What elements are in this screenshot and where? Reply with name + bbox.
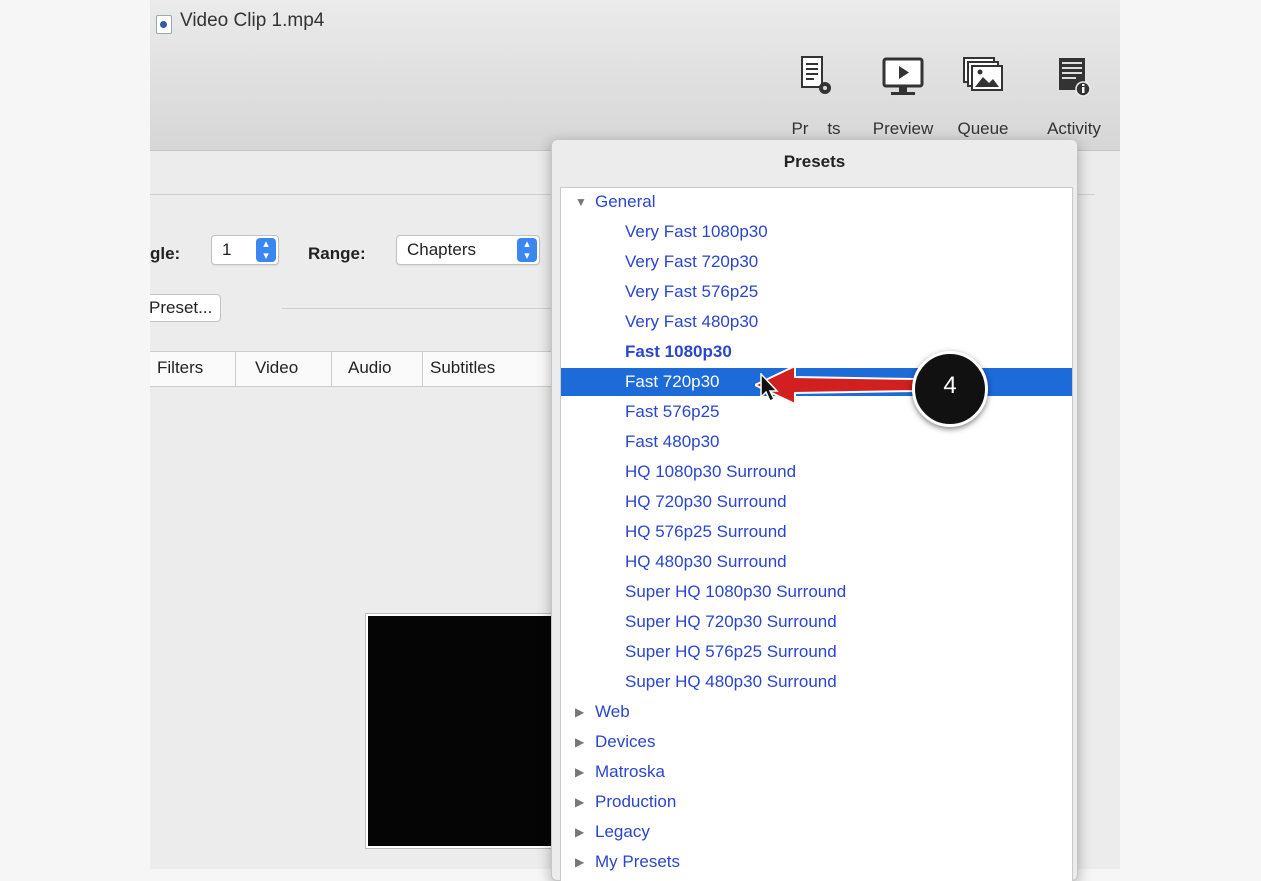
presets-toolbar-label: Pr ts [791, 119, 841, 138]
preset-item[interactable]: Very Fast 480p30 [561, 308, 1072, 336]
preset-item[interactable]: Super HQ 1080p30 Surround [561, 578, 1072, 606]
video-preview-thumbnail [366, 614, 570, 848]
window-title: Video Clip 1.mp4 [180, 10, 325, 31]
group-devices[interactable]: ▶ Devices [561, 728, 1072, 756]
preset-item[interactable]: Very Fast 576p25 [561, 278, 1072, 306]
tab-filters[interactable]: Filters [157, 358, 203, 378]
range-label: Range: [308, 244, 366, 263]
tab-divider [422, 352, 423, 386]
stepper-arrows-icon: ▴ ▾ [517, 238, 537, 262]
angle-select[interactable]: 1 ▴ ▾ [211, 235, 279, 265]
presets-toolbar-button[interactable]: Pr ts [781, 55, 851, 145]
activity-toolbar-label: Activity [1047, 119, 1101, 138]
tab-divider [331, 352, 332, 386]
preview-toolbar-button[interactable]: Preview [868, 55, 938, 145]
disclosure-collapsed-icon: ▶ [575, 795, 585, 809]
preset-item[interactable]: Fast 480p30 [561, 428, 1072, 456]
title-bar: Video Clip 1.mp4 Pr ts Preview Queue Act… [150, 0, 1120, 151]
activity-toolbar-button[interactable]: Activity [1039, 55, 1109, 145]
presets-popover-title: Presets [783, 152, 846, 171]
stepper-arrows-icon: ▴ ▾ [256, 238, 276, 262]
save-preset-button[interactable]: Preset... [150, 294, 222, 322]
group-matroska[interactable]: ▶ Matroska [561, 758, 1072, 786]
tab-divider [235, 352, 236, 386]
preset-item[interactable]: Super HQ 480p30 Surround [561, 668, 1072, 696]
disclosure-collapsed-icon: ▶ [575, 825, 585, 839]
disclosure-collapsed-icon: ▶ [575, 855, 585, 869]
preview-toolbar-label: Preview [872, 119, 934, 138]
presets-popover: Presets ▼ General Very Fast 1080p30 Very… [551, 139, 1078, 881]
presets-list: ▼ General Very Fast 1080p30 Very Fast 72… [560, 187, 1073, 881]
preset-item[interactable]: Very Fast 720p30 [561, 248, 1072, 276]
disclosure-expanded-icon: ▼ [575, 195, 587, 209]
disclosure-collapsed-icon: ▶ [575, 735, 585, 749]
preset-item[interactable]: Super HQ 576p25 Surround [561, 638, 1072, 666]
document-icon [156, 15, 172, 34]
group-general[interactable]: ▼ General [561, 188, 1072, 216]
queue-toolbar-label: Queue [957, 119, 1009, 138]
range-select[interactable]: Chapters ▴ ▾ [396, 235, 540, 265]
group-web[interactable]: ▶ Web [561, 698, 1072, 726]
preset-item[interactable]: HQ 720p30 Surround [561, 488, 1072, 516]
queue-icon [963, 57, 1003, 91]
tab-subtitles[interactable]: Subtitles [430, 358, 495, 378]
presets-icon [801, 56, 831, 94]
angle-label: gle: [150, 244, 181, 263]
preset-item[interactable]: HQ 1080p30 Surround [561, 458, 1072, 486]
step-number-badge: 4 [912, 351, 988, 427]
preset-item[interactable]: HQ 576p25 Surround [561, 518, 1072, 546]
activity-icon [1059, 58, 1091, 97]
group-production[interactable]: ▶ Production [561, 788, 1072, 816]
queue-toolbar-button[interactable]: Queue [948, 55, 1018, 145]
settings-tabs: Filters Video Audio Subtitles [150, 351, 590, 387]
disclosure-collapsed-icon: ▶ [575, 705, 585, 719]
preset-item[interactable]: Very Fast 1080p30 [561, 218, 1072, 246]
angle-value: 1 [222, 240, 232, 259]
preset-item[interactable]: HQ 480p30 Surround [561, 548, 1072, 576]
group-my-presets[interactable]: ▶ My Presets [561, 848, 1072, 876]
preset-button-label: Preset... [150, 298, 213, 317]
mouse-pointer-icon [760, 373, 779, 403]
preset-item-default[interactable]: Fast 1080p30 [561, 338, 1072, 366]
tab-audio[interactable]: Audio [348, 358, 391, 378]
tab-video[interactable]: Video [255, 358, 298, 378]
group-legacy[interactable]: ▶ Legacy [561, 818, 1072, 846]
preview-icon [882, 57, 924, 95]
disclosure-collapsed-icon: ▶ [575, 765, 585, 779]
preset-item[interactable]: Super HQ 720p30 Surround [561, 608, 1072, 636]
range-value: Chapters [407, 240, 476, 259]
